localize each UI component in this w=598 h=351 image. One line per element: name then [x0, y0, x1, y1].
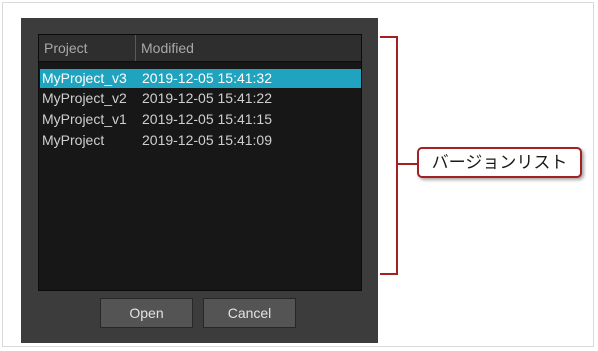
- list-row[interactable]: MyProject 2019-12-05 15:41:09: [40, 131, 361, 150]
- project-name-cell: MyProject_v2: [42, 90, 127, 106]
- project-name-cell: MyProject: [42, 132, 105, 148]
- annotation-bracket: [380, 36, 398, 275]
- cancel-button[interactable]: Cancel: [203, 298, 296, 328]
- project-name-cell: MyProject_v3: [42, 70, 127, 86]
- list-row[interactable]: MyProject_v2 2019-12-05 15:41:22: [40, 89, 361, 108]
- modified-date-cell: 2019-12-05 15:41:09: [142, 132, 272, 148]
- version-dialog: Project Modified MyProject_v3 2019-12-05…: [21, 18, 378, 343]
- modified-date-cell: 2019-12-05 15:41:22: [142, 90, 272, 106]
- list-row[interactable]: MyProject_v1 2019-12-05 15:41:15: [40, 110, 361, 129]
- column-header-modified[interactable]: Modified: [136, 35, 361, 61]
- open-button[interactable]: Open: [100, 298, 193, 328]
- annotation-connector-line: [398, 163, 418, 165]
- column-header-project[interactable]: Project: [39, 35, 136, 61]
- project-name-cell: MyProject_v1: [42, 111, 127, 127]
- list-header: Project Modified: [39, 35, 361, 62]
- screenshot-frame: Project Modified MyProject_v3 2019-12-05…: [2, 2, 594, 347]
- annotation-callout-version-list: バージョンリスト: [417, 147, 582, 178]
- version-list[interactable]: Project Modified MyProject_v3 2019-12-05…: [38, 34, 362, 291]
- list-row[interactable]: MyProject_v3 2019-12-05 15:41:32: [40, 69, 361, 88]
- modified-date-cell: 2019-12-05 15:41:15: [142, 111, 272, 127]
- modified-date-cell: 2019-12-05 15:41:32: [142, 70, 272, 86]
